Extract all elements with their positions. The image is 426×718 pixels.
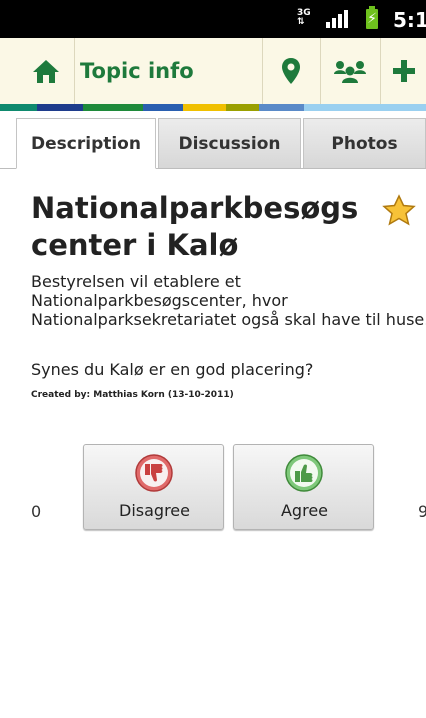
topic-title-line2: center i Kalø (31, 228, 239, 262)
description-line: Nationalparksekretariatet også skal have… (31, 310, 426, 329)
signal-strength-icon (326, 10, 352, 28)
created-by-label: Created by: Matthias Korn (13-10-2011) (31, 390, 234, 400)
color-strip-segment (183, 104, 226, 111)
battery-charging-icon: ⚡ (366, 6, 378, 29)
color-strip-segment (304, 104, 426, 111)
tab-description[interactable]: Description (16, 118, 156, 169)
agree-label: Agree (280, 501, 328, 520)
tab-discussion[interactable]: Discussion (158, 118, 301, 168)
topic-description: Bestyrelsen vil etablere et Nationalpark… (31, 272, 426, 329)
color-strip-segment (0, 104, 37, 111)
color-strip-segment (226, 104, 259, 111)
topic-title: Nationalparkbesøgs center i Kalø (31, 190, 391, 264)
color-strip-segment (143, 104, 183, 111)
disagree-button[interactable]: Disagree (83, 444, 224, 530)
map-pin-icon (282, 58, 300, 84)
brand-color-strip (0, 104, 426, 111)
thumbs-up-icon (285, 454, 323, 492)
people-icon (334, 61, 366, 83)
status-clock: 5:18 (393, 8, 426, 32)
description-line: Nationalparkbesøgscenter, hvor (31, 291, 288, 310)
tab-bar: Description Discussion Photos (0, 118, 426, 169)
add-button[interactable] (381, 38, 426, 104)
star-icon (382, 194, 416, 226)
favorite-star-button[interactable] (382, 194, 416, 230)
network-type-icon: 3G ⇅ (297, 8, 311, 27)
color-strip-segment (37, 104, 83, 111)
disagree-label: Disagree (119, 501, 190, 520)
community-button[interactable] (321, 38, 379, 104)
thumbs-down-icon (135, 454, 173, 492)
home-icon (33, 60, 59, 83)
home-button[interactable] (24, 38, 68, 104)
map-location-button[interactable] (263, 38, 319, 104)
tab-photos[interactable]: Photos (303, 118, 426, 168)
agree-button[interactable]: Agree (233, 444, 374, 530)
topic-title-line1: Nationalparkbesøgs (31, 191, 359, 225)
description-line: Bestyrelsen vil etablere et (31, 272, 241, 291)
page-title-bar: Topic info (80, 59, 194, 83)
color-strip-segment (259, 104, 304, 111)
status-bar: 3G ⇅ ⚡ 5:18 (0, 0, 426, 38)
topic-question: Synes du Kalø er en god placering? (31, 360, 314, 379)
action-bar: Topic info (0, 38, 426, 105)
agree-count: 9 (418, 502, 426, 521)
color-strip-segment (83, 104, 143, 111)
disagree-count: 0 (31, 502, 42, 521)
plus-icon (392, 60, 415, 82)
